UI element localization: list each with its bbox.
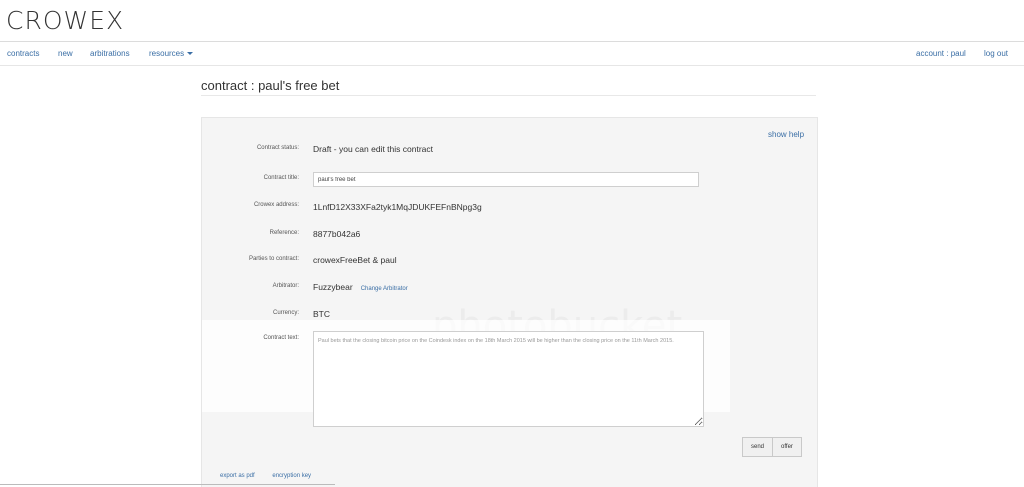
contract-panel: photobucket show help Contract status: D… (201, 117, 818, 487)
action-buttons: send offer (742, 437, 802, 457)
contract-text-area[interactable]: Paul bets that the closing bitcoin price… (313, 331, 704, 427)
address-label: Crowex address: (253, 202, 299, 208)
show-help-link[interactable]: show help (768, 130, 804, 139)
page-title: contract : paul's free bet (201, 78, 816, 96)
nav-account[interactable]: account : paul (916, 49, 966, 58)
footer-links: export as pdf encryption key (220, 473, 327, 479)
status-value: Draft - you can edit this contract (313, 144, 433, 154)
parties-label: Parties to contract: (248, 256, 299, 262)
parties-value: crowexFreeBet & paul (313, 255, 397, 265)
arbitrator-row: Fuzzybear Change Arbitrator (313, 282, 408, 292)
scroll-divider (0, 484, 335, 485)
nav-arbitrations[interactable]: arbitrations (90, 49, 130, 58)
nav-logout[interactable]: log out (984, 49, 1008, 58)
status-label: Contract status: (256, 145, 299, 151)
arbitrator-label: Arbitrator: (272, 283, 299, 289)
currency-value: BTC (313, 309, 330, 319)
change-arbitrator-link[interactable]: Change Arbitrator (361, 286, 408, 292)
top-navbar: contracts new arbitrations resources acc… (0, 41, 1024, 66)
contract-title-input[interactable] (313, 172, 699, 187)
encryption-key-link[interactable]: encryption key (272, 473, 311, 479)
nav-contracts[interactable]: contracts (7, 49, 39, 58)
crowex-logo[interactable]: CROWEX (6, 6, 124, 35)
title-label: Contract title: (263, 175, 299, 181)
contract-text-label: Contract text: (263, 335, 299, 341)
currency-label: Currency: (272, 310, 299, 316)
offer-button[interactable]: offer (773, 437, 802, 457)
reference-value: 8877b042a6 (313, 229, 361, 239)
send-button[interactable]: send (742, 437, 774, 457)
arbitrator-value: Fuzzybear (313, 282, 353, 292)
export-pdf-link[interactable]: export as pdf (220, 473, 255, 479)
nav-resources[interactable]: resources (149, 49, 194, 58)
address-value: 1LnfD12X33XFa2tyk1MqJDUKFEFnBNpg3g (313, 202, 482, 212)
nav-resources-label: resources (149, 49, 185, 58)
reference-label: Reference: (269, 230, 299, 236)
nav-new[interactable]: new (58, 49, 73, 58)
caret-down-icon (187, 52, 194, 56)
